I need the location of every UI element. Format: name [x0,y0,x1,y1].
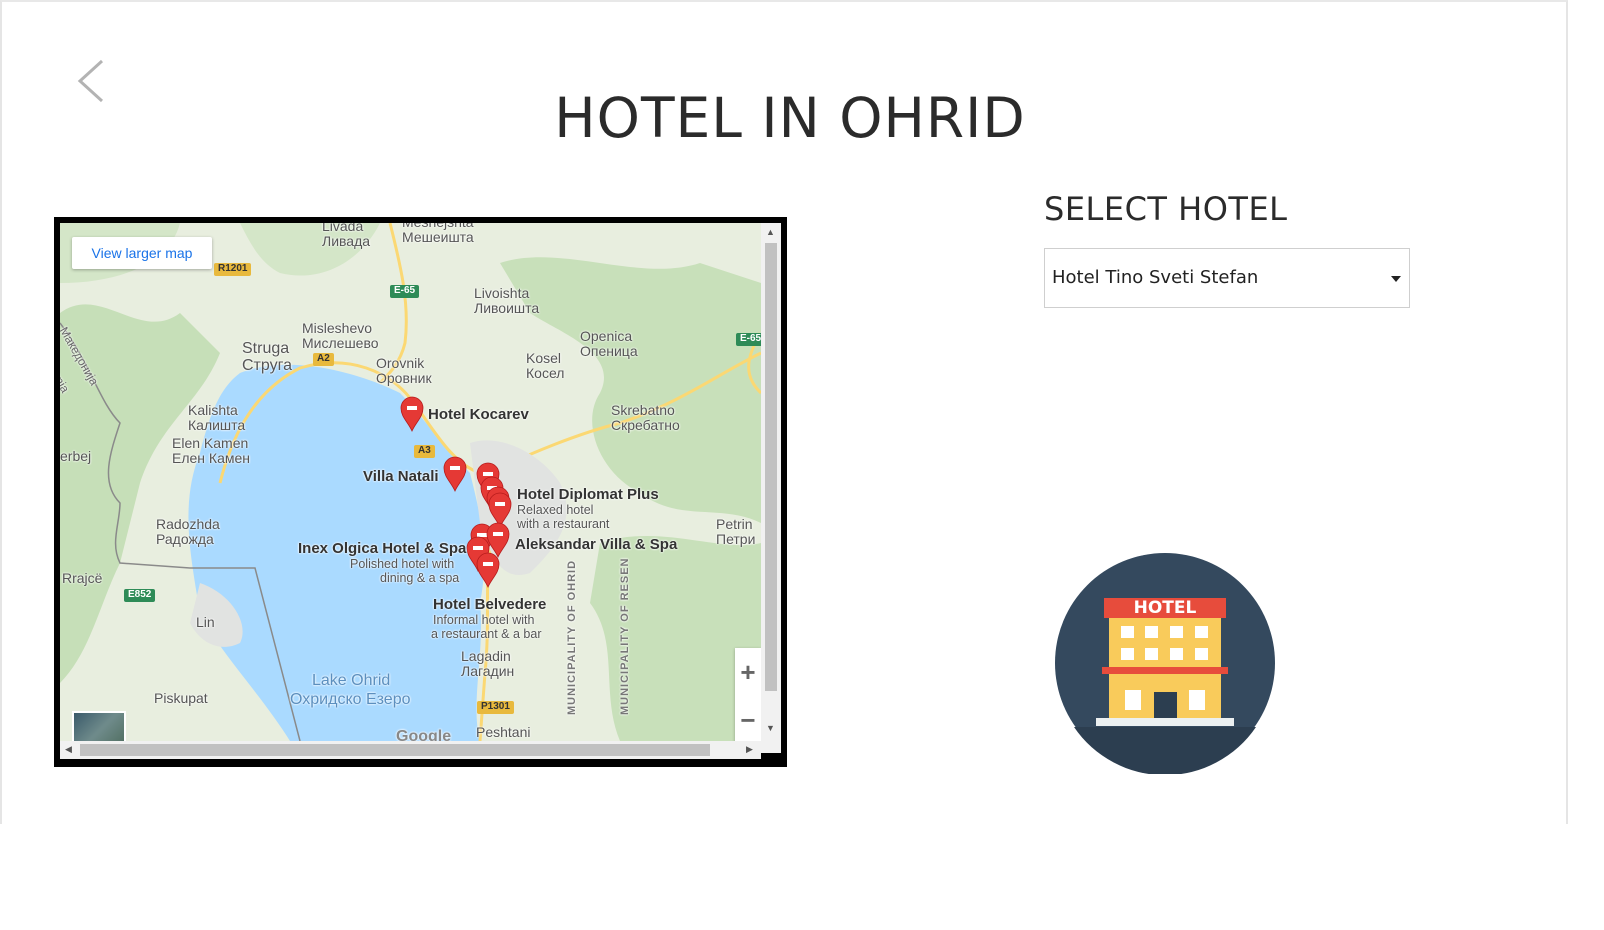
horizontal-scroll-thumb[interactable] [80,744,710,756]
bed-icon [483,562,493,566]
place-label: Misleshevo [302,320,373,336]
hotel-description: Relaxed hotel [517,503,594,517]
hotel-label: Aleksandar Villa & Spa [515,536,678,553]
place-label: Radozhda [156,516,220,532]
page: HOTEL IN OHRID Struga Струга Misleshevo … [0,0,1568,824]
place-label: Orovnik [376,355,425,371]
map[interactable]: Struga Струга Misleshevo Мислешево Orovnik Ор… [60,223,761,741]
place-label-cyrillic: Петри [716,531,756,547]
lake-label: Lake Ohrid [312,672,391,689]
place-label-cyrillic: Косел [526,365,565,381]
place-label-cyrillic: Скребатно [611,417,680,433]
hotel-label: Hotel Kocarev [428,406,529,423]
place-label: Livoishta [474,285,530,301]
hotel-description: with a restaurant [517,517,610,531]
place-label-cyrillic: Опеница [580,343,638,359]
place-label: Petrin [716,516,753,532]
scroll-down-icon[interactable]: ▼ [766,723,775,733]
place-label-cyrillic: Лагадин [461,663,515,679]
satellite-toggle[interactable] [72,711,126,741]
google-logo: Google [396,728,452,741]
place-label: Rrajcë [62,570,103,586]
road-badge: E852 [124,589,156,602]
place-label: Skrebatno [611,402,675,418]
scroll-up-icon[interactable]: ▲ [766,227,775,237]
map-vertical-scrollbar[interactable]: ▲ ▼ [761,223,781,753]
place-label: erbej [60,448,92,464]
place-label-cyrillic: Елен Камен [172,450,250,466]
page-title: HOTEL IN OHRID [554,86,1026,150]
road-badge: A3 [414,445,435,458]
place-label-cyrillic: Ливоишта [474,300,540,316]
bed-icon [493,532,503,536]
bed-icon [495,502,505,506]
hotel-label: Villa Natali [363,468,439,485]
hotel-select[interactable]: Hotel Tino Sveti Stefan [1044,248,1410,308]
place-label-cyrillic: Мислешево [302,335,379,351]
bed-icon [477,533,487,537]
municipality-label: MUNICIPALITY OF OHRID [566,559,578,715]
place-label-cyrillic: Струга [242,357,292,374]
road-badge: A2 [313,353,334,366]
bed-icon [450,466,460,470]
lake-label-cyrillic: Охридско Езеро [290,691,411,708]
road-badge: R1201 [214,263,252,276]
place-label: Lin [196,614,215,630]
hotel-label: Hotel Belvedere [433,596,547,613]
place-label: Kosel [526,350,562,366]
hotel-label: Inex Olgica Hotel & Spa [298,540,467,557]
zoom-control: + − [735,648,761,741]
scroll-right-icon[interactable]: ▶ [746,744,753,755]
hotel-description: dining & a spa [380,571,460,585]
place-label: Peshtani [476,724,531,740]
municipality-label: MUNICIPALITY OF RESEN [619,557,631,716]
place-label: Openica [580,328,633,344]
zoom-out-button[interactable]: − [735,696,761,741]
place-label-cyrillic: Оровник [376,370,432,386]
hotel-description: Polished hotel with [350,557,455,571]
place-label: Lagadin [461,648,511,664]
vertical-scroll-thumb[interactable] [765,243,777,691]
bed-icon [407,406,417,410]
map-horizontal-scrollbar[interactable]: ◀ ▶ [60,741,761,759]
place-label-cyrillic: Радожда [156,531,214,547]
zoom-in-button[interactable]: + [735,648,761,696]
place-label: Piskupat [154,690,208,706]
road-badge: E-65 [736,333,761,346]
chevron-down-icon [1391,276,1401,282]
scroll-left-icon[interactable]: ◀ [65,744,72,755]
place-label: Struga [242,340,290,357]
place-label: Elen Kamen [172,435,249,451]
map-frame: Struga Струга Misleshevo Мислешево Orovnik Ор… [54,217,787,767]
place-label: Kalishta [188,402,238,418]
hotel-description: a restaurant & a bar [431,627,542,641]
hotel-label: Hotel Diplomat Plus [517,486,659,503]
place-label-cyrillic: Ливада [322,233,371,249]
hotel-description: Informal hotel with [433,613,535,627]
hotel-sign-text: HOTEL [1134,598,1197,618]
hotel-building-icon: HOTEL [1055,553,1275,774]
place-label-cyrillic: Калишта [188,417,246,433]
view-larger-map-link[interactable]: View larger map [72,237,212,269]
road-badge: P1301 [477,701,514,714]
bed-icon [473,546,483,550]
select-hotel-label: SELECT HOTEL [1044,190,1288,228]
hotel-select-value: Hotel Tino Sveti Stefan [1052,267,1259,288]
road-badge: E-65 [390,285,420,298]
bed-icon [483,472,493,476]
place-label-cyrillic: Мешеишта [402,229,474,245]
